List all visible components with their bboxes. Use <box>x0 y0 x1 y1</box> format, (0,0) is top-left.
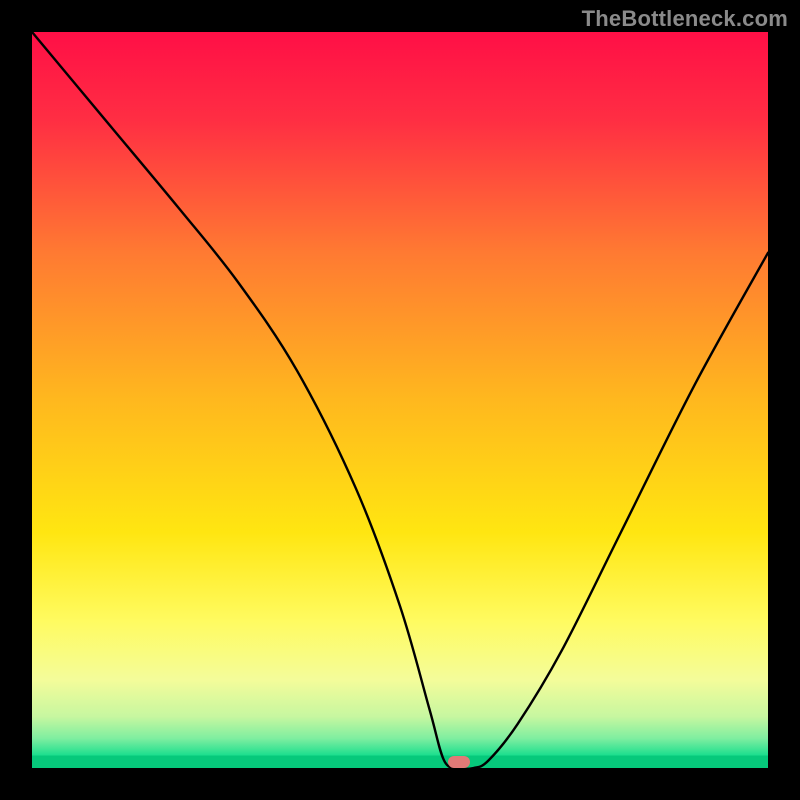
watermark-text: TheBottleneck.com <box>582 6 788 32</box>
chart-frame: TheBottleneck.com <box>0 0 800 800</box>
background-gradient <box>32 32 768 768</box>
plot-area <box>32 32 768 768</box>
optimal-marker <box>448 756 470 768</box>
